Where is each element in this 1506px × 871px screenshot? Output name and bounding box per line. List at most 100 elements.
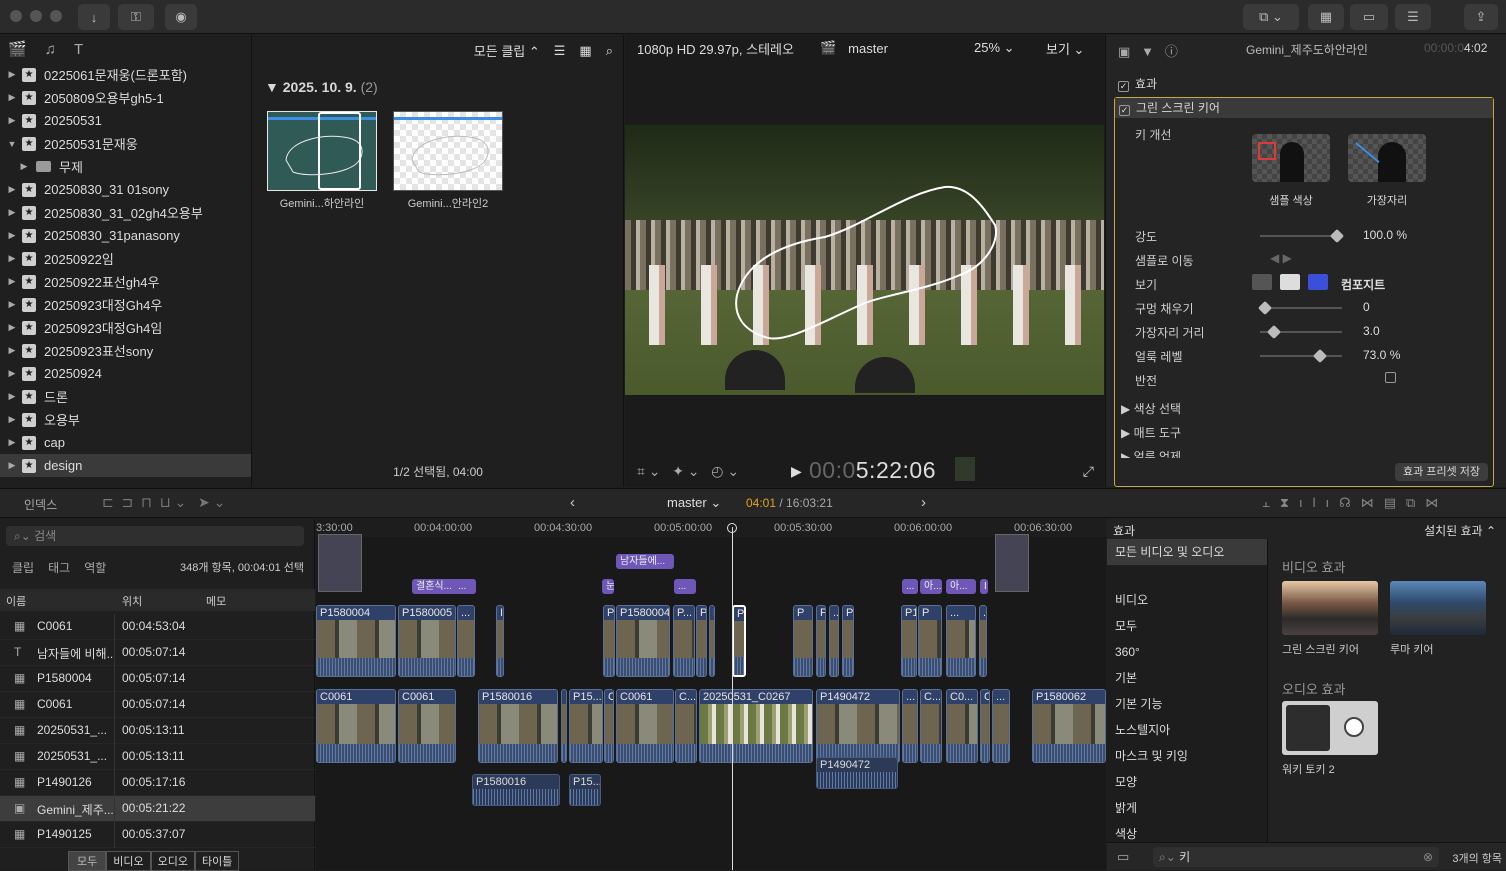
fullscreen-icon[interactable]: ⤢ (1083, 463, 1094, 480)
view-mode-button[interactable] (1308, 274, 1328, 290)
color-selection-disclosure[interactable]: ▶ 색상 선택 (1121, 400, 1181, 417)
connected-clip[interactable]: P (603, 605, 615, 677)
effects-checkbox[interactable]: ✓ (1118, 81, 1129, 92)
sidebar-toggle-icon[interactable]: ▭ (1117, 849, 1129, 865)
index-search-input[interactable]: ⌕⌄ 검색 (6, 526, 304, 546)
effects-category[interactable]: 비디오 (1107, 587, 1267, 613)
title-clip[interactable]: 남자들에... (616, 554, 674, 569)
share-button[interactable]: ⇪ (1464, 4, 1498, 30)
connected-clip[interactable]: ... (946, 605, 976, 677)
library-event[interactable]: ▶ ★ 2050809오용부gh5-1 (0, 86, 251, 109)
param-slider[interactable] (1260, 348, 1342, 364)
clip-thumbnail-2[interactable] (393, 111, 503, 191)
effects-category[interactable]: 노스텔지아 (1107, 717, 1267, 743)
param-slider[interactable] (1260, 228, 1345, 244)
index-row[interactable]: T 남자들에 비해... 00:05:07:14 (0, 640, 315, 666)
library-event[interactable]: ▶ ★ 20250531 (0, 109, 251, 132)
sample-color-button[interactable] (1252, 134, 1330, 182)
connected-clip-top-2[interactable] (995, 534, 1029, 592)
column-notes[interactable]: 메모 (206, 593, 226, 609)
view-mode-button[interactable] (1280, 274, 1300, 290)
info-icon[interactable]: ⓘ (1165, 44, 1178, 59)
connected-clip[interactable]: ... (829, 605, 839, 677)
filter-titles[interactable]: 타이틀 (195, 851, 240, 871)
param-slider[interactable] (1260, 324, 1342, 340)
spill-disclosure[interactable]: ▶ 얼룩 억제 (1121, 448, 1181, 458)
storyline-clip[interactable]: P1490472 (816, 689, 900, 763)
keyer-checkbox[interactable]: ✓ (1119, 105, 1130, 116)
slider-knob[interactable] (1313, 348, 1328, 364)
luma-keyer-thumb[interactable] (1390, 581, 1486, 635)
disclosure-open-icon[interactable]: ▼ (6, 139, 18, 149)
title-clip[interactable]: ... (674, 579, 696, 594)
storyline-clip[interactable]: P1580062 (1032, 689, 1106, 763)
connected-clip[interactable]: P... (709, 605, 715, 677)
search-icon[interactable]: ⌕ (606, 43, 613, 59)
disclosure-closed-icon[interactable]: ▶ (6, 460, 18, 471)
storyline-clip[interactable]: C (604, 689, 614, 763)
disclosure-closed-icon[interactable]: ▶ (6, 368, 18, 379)
storyline-clip[interactable]: ... (992, 689, 1010, 763)
storyline-clip[interactable]: P1580016 (478, 689, 558, 763)
param-value[interactable]: 3.0 (1363, 324, 1433, 338)
view-mode-button[interactable] (1252, 274, 1272, 290)
storyline-clip[interactable]: C (980, 689, 990, 763)
library-event[interactable]: ▶ ★ 오용부 (0, 408, 251, 431)
disclosure-closed-icon[interactable]: ▶ (6, 322, 18, 333)
title-clip[interactable]: 눈 (602, 579, 614, 594)
storyline-clip[interactable]: ... (902, 689, 918, 763)
storyline-clip[interactable]: C0061 (316, 689, 396, 763)
index-row[interactable]: ▦ C0061 00:05:07:14 (0, 692, 315, 718)
connected-clip[interactable]: ... (457, 605, 475, 677)
disclosure-closed-icon[interactable]: ▶ (6, 299, 18, 310)
index-row[interactable]: ▦ 20250531_... 00:05:13:11 (0, 744, 315, 770)
libraries-icon[interactable]: 🎬 (8, 40, 27, 58)
disclosure-closed-icon[interactable]: ▶ (6, 69, 18, 80)
connected-clip[interactable]: P1580005 (398, 605, 456, 677)
audio-clip[interactable]: P15... (569, 774, 601, 806)
effects-search-input[interactable]: ⌕⌄ 키 ⊗ (1153, 847, 1439, 867)
close-window-button[interactable] (10, 10, 22, 22)
zoom-window-button[interactable] (50, 10, 62, 22)
disclosure-closed-icon[interactable]: ▶ (6, 253, 18, 264)
index-row[interactable]: ▦ P1580004 00:05:07:14 (0, 666, 315, 692)
param-slider[interactable] (1257, 300, 1342, 316)
index-row[interactable]: ▦ P1490126 00:05:17:16 (0, 770, 315, 796)
import-button[interactable]: ↓ (78, 4, 110, 30)
library-event[interactable]: ▶ ★ 드론 (0, 385, 251, 408)
library-event[interactable]: ▶ ★ 20250924 (0, 362, 251, 385)
effects-category[interactable]: 마스크 및 키잉 (1107, 743, 1267, 769)
connected-clip[interactable]: P (816, 605, 826, 677)
title-clip[interactable]: ... (902, 579, 918, 594)
green-screen-keyer-thumb[interactable] (1282, 581, 1378, 635)
audio-clip[interactable]: P1490472 (816, 757, 898, 789)
disclosure-closed-icon[interactable]: ▶ (6, 391, 18, 402)
disclosure-closed-icon[interactable]: ▶ (6, 184, 18, 195)
effects-category[interactable]: 모두 (1107, 613, 1267, 639)
filter-video[interactable]: 비디오 (106, 851, 151, 871)
disclosure-closed-icon[interactable]: ▶ (6, 115, 18, 126)
library-event[interactable]: ▶ 무제 (0, 155, 251, 178)
connected-clip[interactable]: P... (673, 605, 695, 677)
effects-category[interactable]: 모든 비디오 및 오디오 (1107, 539, 1267, 565)
library-event[interactable]: ▶ ★ 0225061문재웅(드론포함) (0, 63, 251, 86)
disclosure-closed-icon[interactable]: ▶ (6, 207, 18, 218)
connected-clip[interactable]: P' (696, 605, 707, 677)
photos-audio-icon[interactable]: ♫ (45, 41, 56, 58)
connected-clip[interactable]: P (732, 605, 746, 677)
storyline-clip[interactable]: C0... (946, 689, 978, 763)
library-event[interactable]: ▶ ★ 20250922임 (0, 247, 251, 270)
tab-roles[interactable]: 역할 (84, 559, 106, 576)
timeline-view-icons[interactable]: ⫠⧗ılı☊⋈▤⧉⋈ (1262, 495, 1448, 511)
workspace-menu-button[interactable]: ⧉ ⌄ (1243, 4, 1299, 30)
library-event[interactable]: ▶ ★ 20250923표선sony (0, 339, 251, 362)
effects-category[interactable]: 기본 기능 (1107, 691, 1267, 717)
show-timeline-button[interactable]: ▭ (1350, 4, 1388, 30)
sample-nav-arrows[interactable]: ◀ ▶ (1270, 251, 1292, 265)
storyline-clip[interactable]: C0061 (616, 689, 674, 763)
zoom-dropdown[interactable]: 25% ⌄ (974, 40, 1015, 56)
effects-category[interactable]: 모양 (1107, 769, 1267, 795)
filmstrip-view-icon[interactable]: ▦ (579, 43, 591, 59)
storyline-clip[interactable]: C0061 (398, 689, 456, 763)
index-row[interactable]: ▦ P1490125 00:05:37:07 (0, 822, 315, 848)
